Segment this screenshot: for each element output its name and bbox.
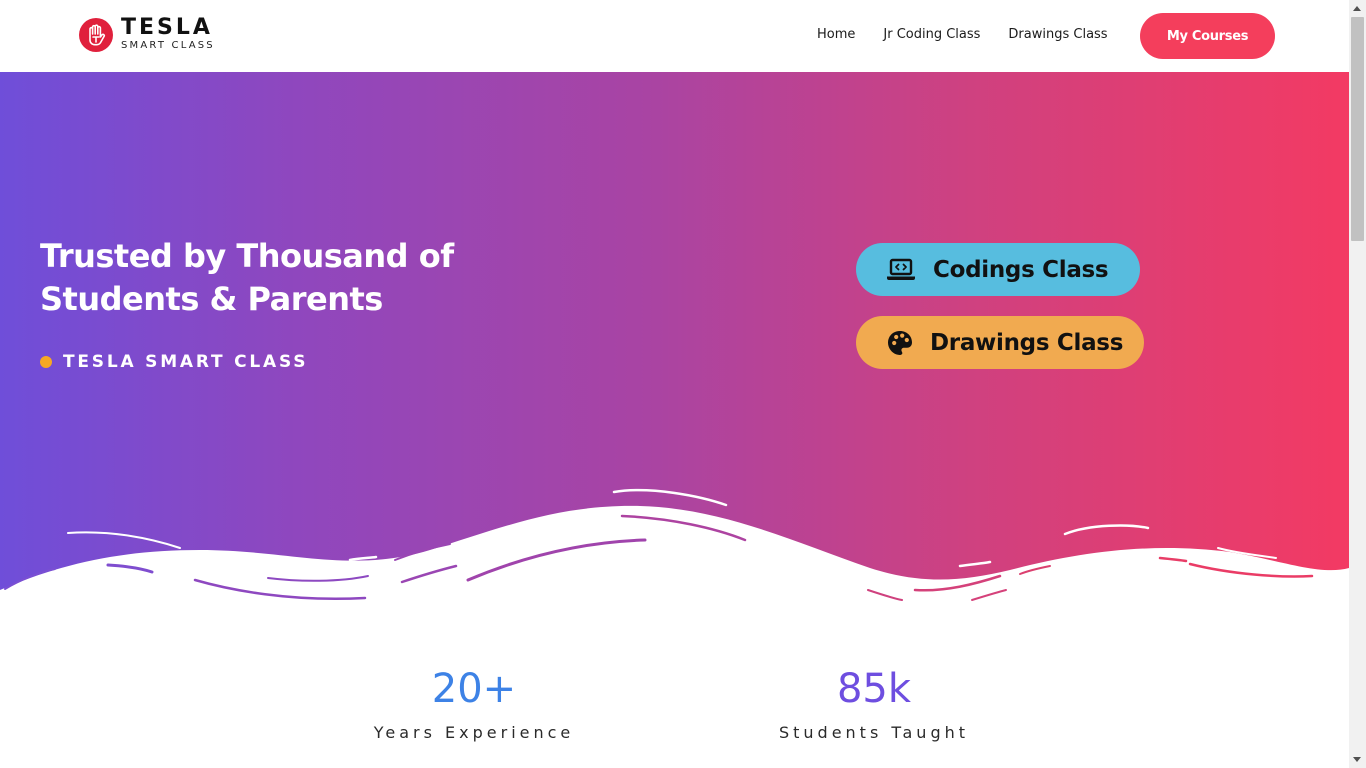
stat-value: 85k bbox=[836, 666, 912, 712]
main-nav: Home Jr Coding Class Drawings Class bbox=[817, 27, 1108, 42]
hand-icon bbox=[79, 17, 113, 52]
my-courses-button[interactable]: My Courses bbox=[1140, 13, 1275, 59]
nav-drawings-class[interactable]: Drawings Class bbox=[1008, 27, 1107, 42]
hero-title: Trusted by Thousand of Students & Parent… bbox=[40, 237, 454, 318]
site-header: TESLA SMART CLASS Home Jr Coding Class D… bbox=[0, 0, 1349, 72]
stat-students-taught: 85k Students Taught bbox=[764, 669, 984, 742]
page-scrollbar[interactable] bbox=[1349, 0, 1366, 768]
palette-icon bbox=[884, 328, 916, 358]
logo-subtitle: SMART CLASS bbox=[121, 40, 215, 51]
logo-title: TESLA bbox=[121, 15, 213, 40]
page: TESLA SMART CLASS Home Jr Coding Class D… bbox=[0, 0, 1366, 768]
stat-value: 20+ bbox=[431, 666, 517, 712]
nav-jr-coding-class[interactable]: Jr Coding Class bbox=[883, 27, 980, 42]
stat-label: Years Experience bbox=[373, 723, 575, 742]
codings-class-button[interactable]: Codings Class bbox=[856, 243, 1140, 296]
scroll-down-arrow-icon[interactable] bbox=[1353, 757, 1361, 762]
hero-tagline: TESLA SMART CLASS bbox=[40, 352, 308, 372]
scroll-thumb[interactable] bbox=[1351, 17, 1364, 241]
tagline-dot-icon bbox=[40, 356, 52, 368]
codings-class-label: Codings Class bbox=[933, 256, 1109, 283]
hero-wave-divider bbox=[0, 488, 1349, 612]
stat-years-experience: 20+ Years Experience bbox=[364, 669, 584, 742]
drawings-class-label: Drawings Class bbox=[930, 329, 1124, 356]
hero-section: Trusted by Thousand of Students & Parent… bbox=[0, 72, 1349, 612]
hero-tagline-text: TESLA SMART CLASS bbox=[63, 352, 309, 372]
drawings-class-button[interactable]: Drawings Class bbox=[856, 316, 1144, 369]
stat-label: Students Taught bbox=[778, 723, 970, 742]
site-logo[interactable]: TESLA SMART CLASS bbox=[79, 17, 215, 52]
nav-home[interactable]: Home bbox=[817, 27, 855, 42]
laptop-code-icon bbox=[885, 255, 917, 285]
scroll-up-arrow-icon[interactable] bbox=[1353, 6, 1361, 11]
